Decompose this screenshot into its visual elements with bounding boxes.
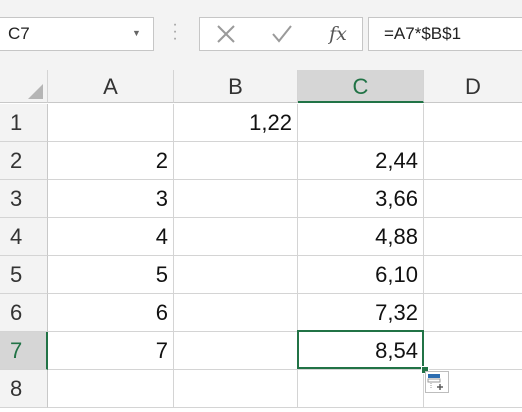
cell-a5[interactable]: 5: [48, 256, 174, 294]
row-header-3[interactable]: 3: [0, 180, 48, 218]
cell-a7[interactable]: 7: [48, 332, 174, 370]
formula-input[interactable]: =A7*$B$1: [368, 17, 522, 51]
formula-text: =A7*$B$1: [384, 24, 462, 43]
cell-c1[interactable]: [298, 104, 424, 142]
cell-c3[interactable]: 3,66: [298, 180, 424, 218]
cell-d1[interactable]: [424, 104, 522, 142]
fx-icon: fx: [329, 23, 347, 45]
select-all-corner[interactable]: [0, 70, 48, 103]
x-icon: [217, 25, 235, 43]
cell-b8[interactable]: [174, 370, 298, 408]
insert-function-button[interactable]: fx: [318, 21, 358, 47]
cell-b5[interactable]: [174, 256, 298, 294]
column-header-b[interactable]: B: [174, 70, 298, 103]
cell-a2[interactable]: 2: [48, 142, 174, 180]
cell-c5[interactable]: 6,10: [298, 256, 424, 294]
row-header-5[interactable]: 5: [0, 256, 48, 294]
select-all-triangle-icon: [28, 84, 43, 99]
formula-bar: C7 ▼ · · · fx =A7*$B$1: [0, 0, 522, 70]
cell-a3[interactable]: 3: [48, 180, 174, 218]
row-header-8[interactable]: 8: [0, 370, 48, 408]
quick-analysis-icon: [427, 374, 443, 390]
more-options-icon[interactable]: · · ·: [170, 17, 180, 47]
cell-b4[interactable]: [174, 218, 298, 256]
cancel-button[interactable]: [206, 21, 246, 47]
cell-c7[interactable]: 8,54: [298, 332, 424, 370]
cell-b7[interactable]: [174, 332, 298, 370]
cell-a4[interactable]: 4: [48, 218, 174, 256]
formula-buttons: fx: [199, 17, 363, 51]
row-header-2[interactable]: 2: [0, 142, 48, 180]
cell-c6[interactable]: 7,32: [298, 294, 424, 332]
cell-b3[interactable]: [174, 180, 298, 218]
row-header-7[interactable]: 7: [0, 332, 48, 370]
cell-d6[interactable]: [424, 294, 522, 332]
row-header-1[interactable]: 1: [0, 104, 48, 142]
cell-a8[interactable]: [48, 370, 174, 408]
column-header-a[interactable]: A: [48, 70, 174, 103]
cell-d3[interactable]: [424, 180, 522, 218]
cell-b2[interactable]: [174, 142, 298, 180]
cell-c8[interactable]: [298, 370, 424, 408]
cell-d7[interactable]: [424, 332, 522, 370]
name-box[interactable]: C7 ▼: [0, 17, 154, 51]
cell-b1[interactable]: 1,22: [174, 104, 298, 142]
cell-d4[interactable]: [424, 218, 522, 256]
chevron-down-icon[interactable]: ▼: [132, 28, 141, 38]
cell-c4[interactable]: 4,88: [298, 218, 424, 256]
row-header-4[interactable]: 4: [0, 218, 48, 256]
row-header-6[interactable]: 6: [0, 294, 48, 332]
cell-c2[interactable]: 2,44: [298, 142, 424, 180]
cell-d2[interactable]: [424, 142, 522, 180]
column-header-c[interactable]: C: [298, 70, 424, 103]
cell-b6[interactable]: [174, 294, 298, 332]
name-box-value: C7: [8, 24, 30, 43]
checkmark-icon: [272, 25, 292, 43]
column-header-d[interactable]: D: [424, 70, 522, 103]
cell-d5[interactable]: [424, 256, 522, 294]
cell-a6[interactable]: 6: [48, 294, 174, 332]
quick-analysis-button[interactable]: [425, 371, 449, 393]
enter-button[interactable]: [262, 21, 302, 47]
cell-a1[interactable]: [48, 104, 174, 142]
